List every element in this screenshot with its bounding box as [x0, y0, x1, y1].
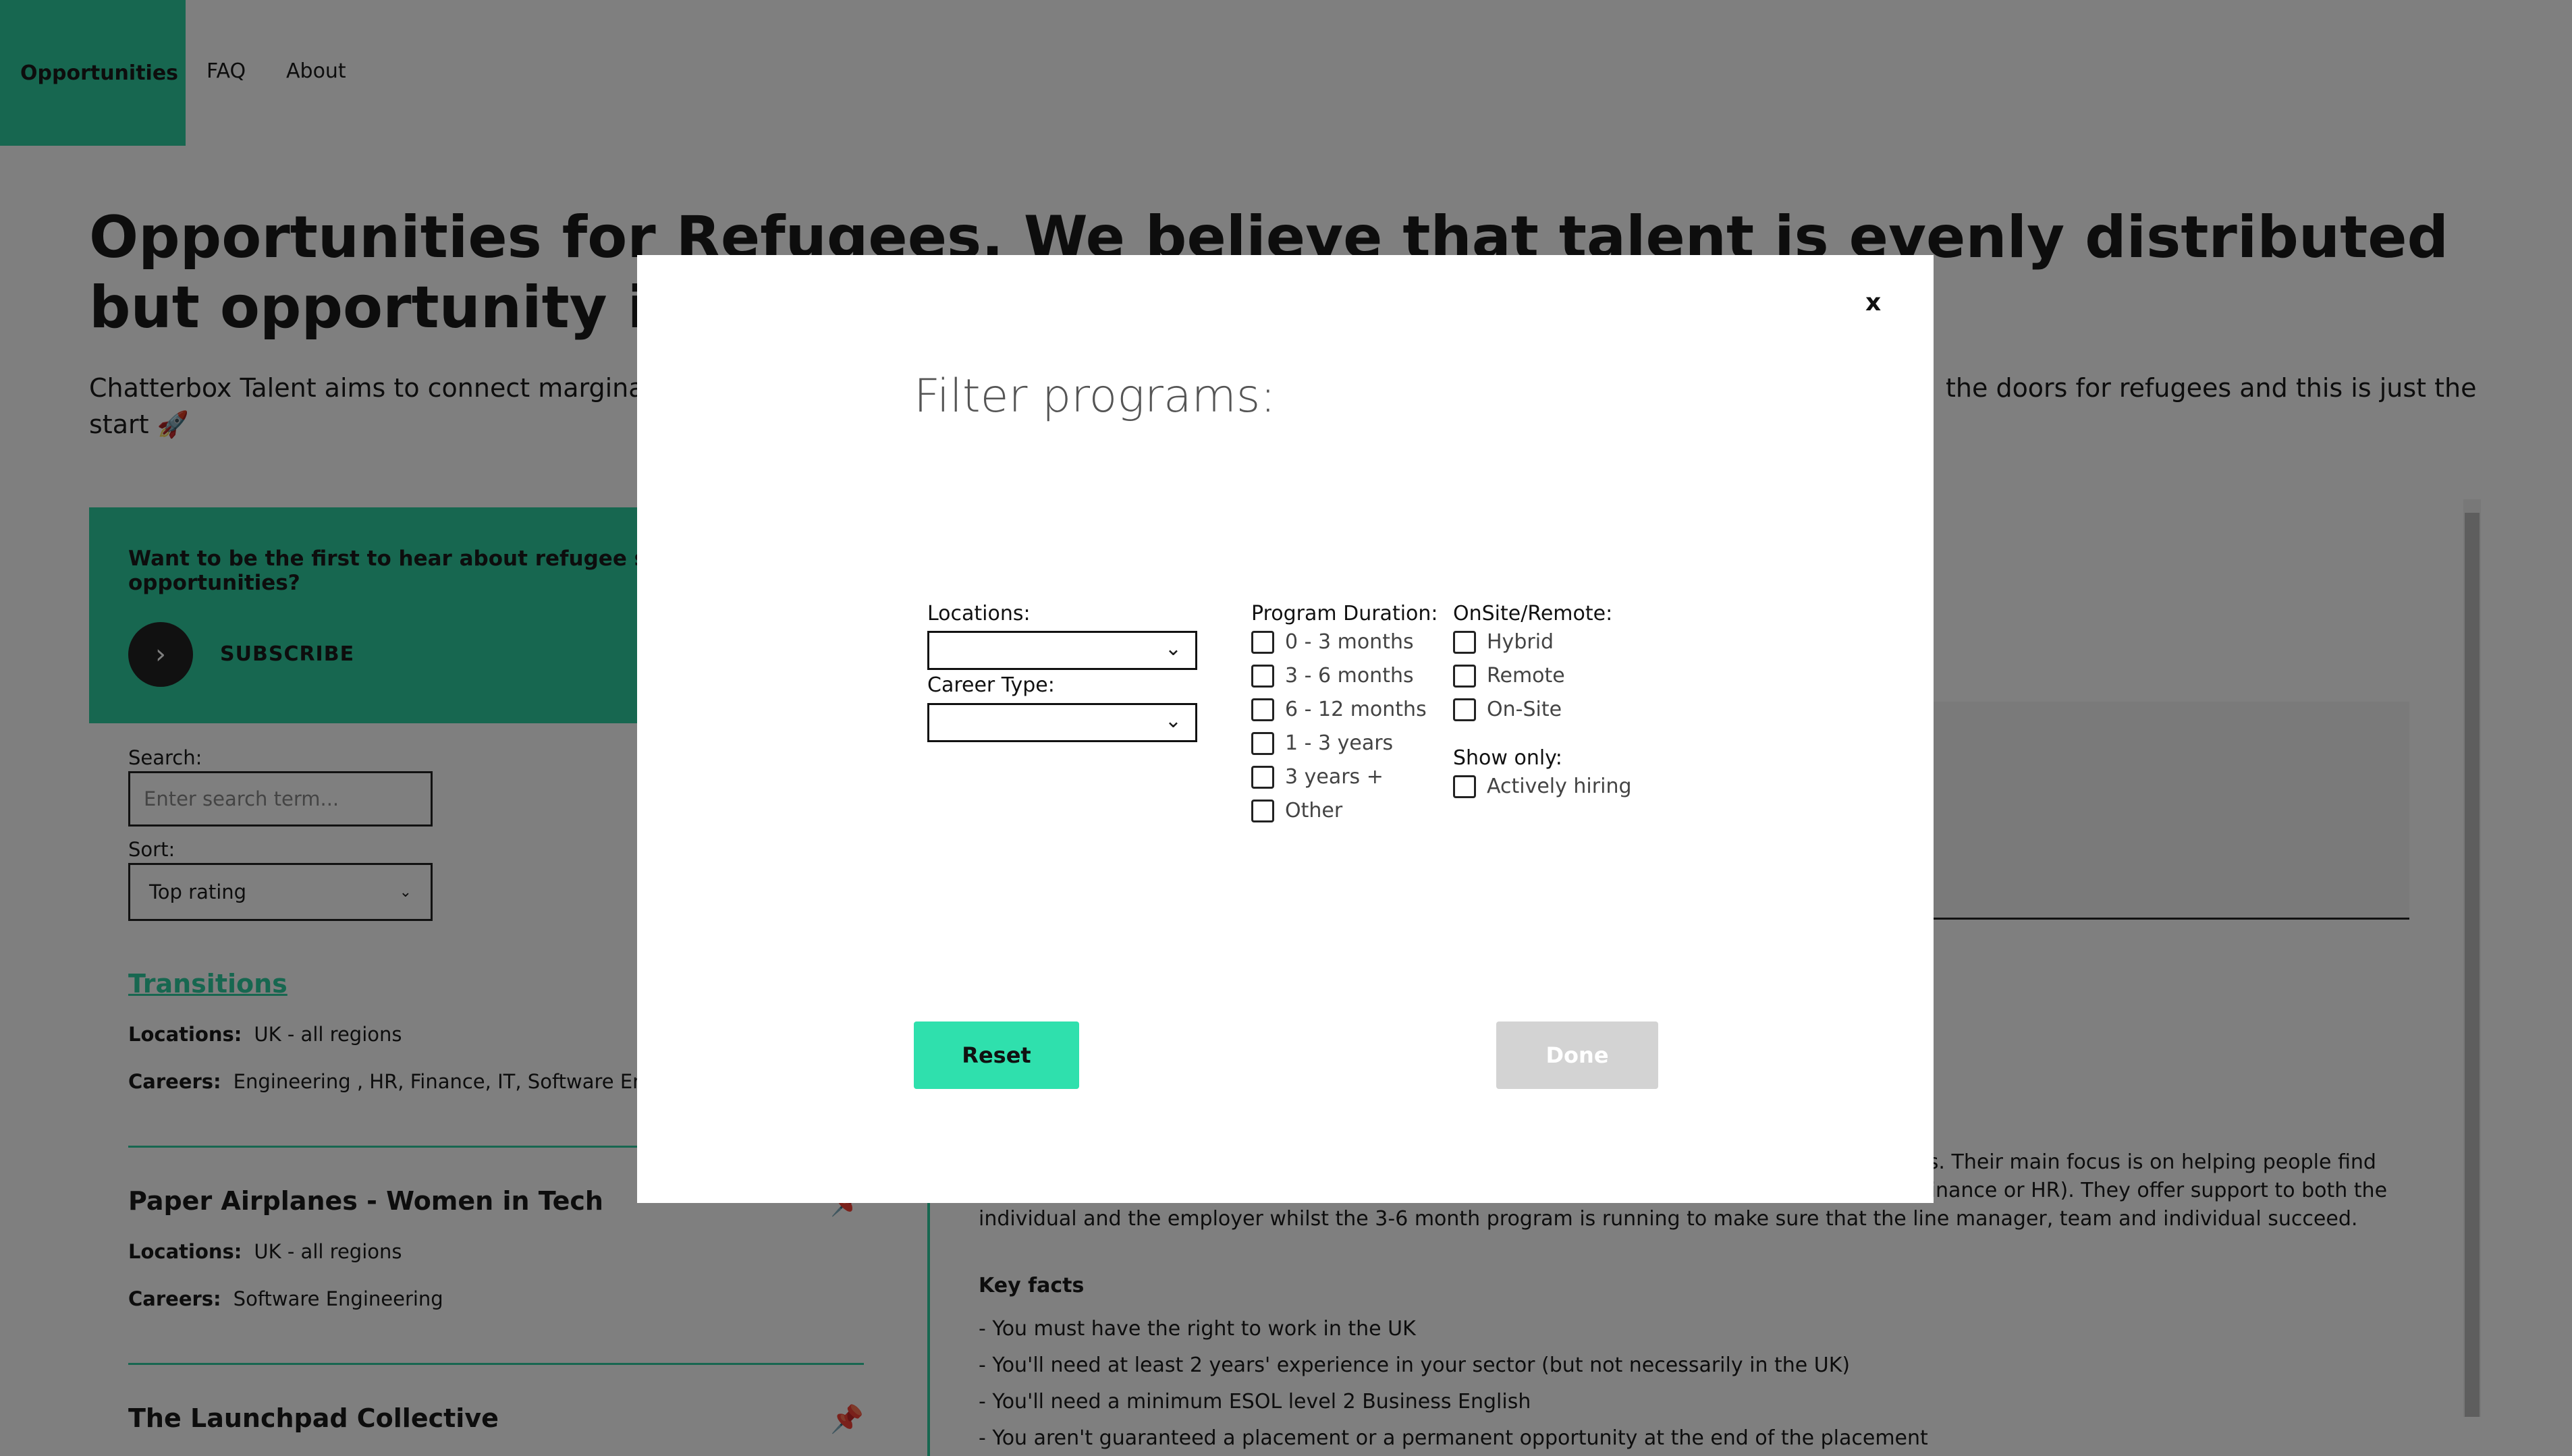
checkbox[interactable] [1251, 664, 1274, 688]
option-label: 1 - 3 years [1285, 731, 1394, 755]
checkbox[interactable] [1453, 664, 1476, 688]
option-label: Hybrid [1487, 630, 1554, 654]
checkbox[interactable] [1453, 630, 1476, 654]
checkbox[interactable] [1453, 698, 1476, 721]
chevron-down-icon: ⌄ [1164, 709, 1182, 733]
modal-title: Filter programs: [914, 370, 1276, 423]
duration-option[interactable]: 0 - 3 months [1251, 630, 1414, 654]
onsite-option[interactable]: Remote [1453, 664, 1565, 688]
onsite-option[interactable]: On-Site [1453, 698, 1562, 721]
checkbox[interactable] [1251, 765, 1274, 789]
option-label: 6 - 12 months [1285, 698, 1427, 721]
duration-option[interactable]: 3 years + [1251, 765, 1384, 789]
option-label: Remote [1487, 664, 1565, 688]
option-label: Other [1285, 799, 1343, 822]
career-type-label: Career Type: [927, 673, 1055, 697]
show-only-label: Show only: [1453, 746, 1562, 770]
duration-option[interactable]: Other [1251, 799, 1342, 822]
chevron-down-icon: ⌄ [1164, 637, 1182, 661]
option-label: 0 - 3 months [1285, 630, 1414, 654]
option-label: 3 - 6 months [1285, 664, 1414, 688]
onsite-label: OnSite/Remote: [1453, 602, 1613, 625]
duration-option[interactable]: 3 - 6 months [1251, 664, 1414, 688]
option-label: Actively hiring [1487, 775, 1632, 798]
checkbox[interactable] [1251, 731, 1274, 755]
filter-modal: x Filter programs: Locations: ⌄ Career T… [637, 255, 1934, 1203]
option-label: On-Site [1487, 698, 1562, 721]
locations-select[interactable]: ⌄ [927, 631, 1197, 670]
show-only-option[interactable]: Actively hiring [1453, 775, 1632, 798]
done-button[interactable]: Done [1496, 1021, 1658, 1089]
checkbox[interactable] [1453, 775, 1476, 798]
checkbox[interactable] [1251, 799, 1274, 822]
locations-filter-label: Locations: [927, 602, 1031, 625]
reset-button[interactable]: Reset [914, 1021, 1079, 1089]
career-type-select[interactable]: ⌄ [927, 703, 1197, 742]
checkbox[interactable] [1251, 630, 1274, 654]
option-label: 3 years + [1285, 765, 1384, 789]
close-button[interactable]: x [1865, 289, 1881, 316]
duration-label: Program Duration: [1251, 602, 1438, 625]
checkbox[interactable] [1251, 698, 1274, 721]
onsite-option[interactable]: Hybrid [1453, 630, 1554, 654]
duration-option[interactable]: 1 - 3 years [1251, 731, 1393, 755]
duration-option[interactable]: 6 - 12 months [1251, 698, 1427, 721]
